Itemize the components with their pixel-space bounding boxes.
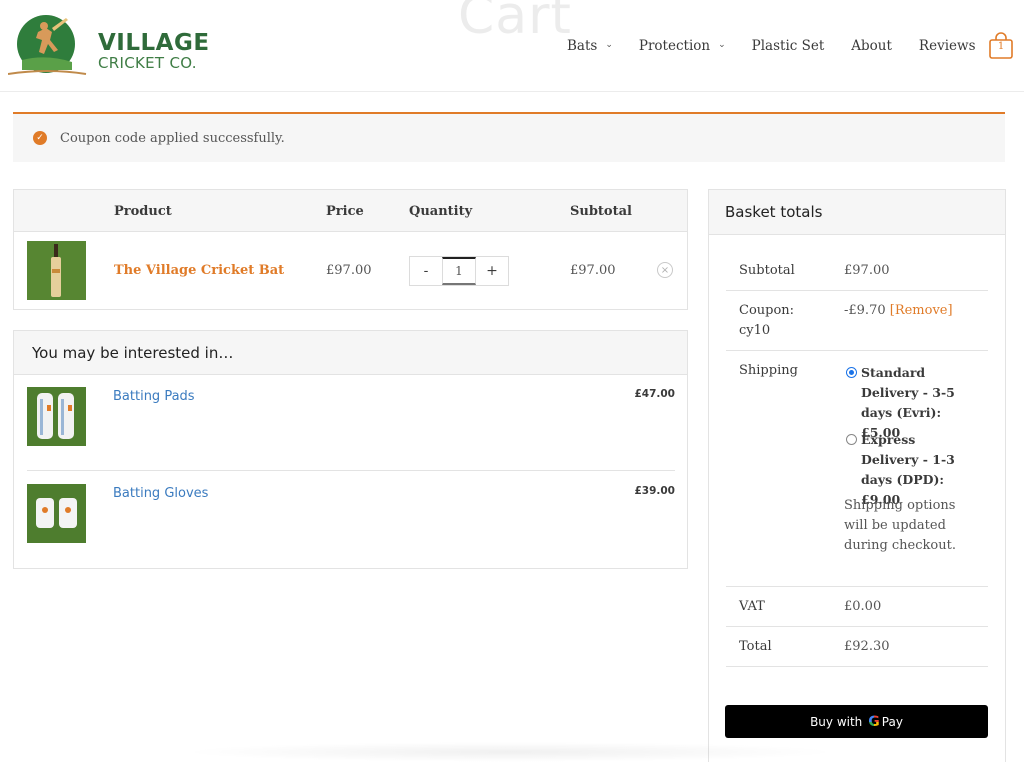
chevron-down-icon: ⌄ — [605, 40, 613, 50]
cart-item-name-link[interactable]: The Village Cricket Bat — [114, 263, 284, 278]
nav-item-bats[interactable]: Bats ⌄ — [567, 38, 613, 54]
quantity-increase-button[interactable]: + — [476, 257, 508, 285]
nav-item-about[interactable]: About — [851, 38, 892, 54]
bottom-shadow — [180, 742, 840, 762]
batting-pads-image — [27, 387, 86, 446]
chevron-down-icon: ⌄ — [718, 40, 726, 50]
notice-message: Coupon code applied successfully. — [60, 130, 285, 146]
totals-row-total: Total £92.30 — [726, 627, 988, 667]
basket-totals-header: Basket totals — [709, 190, 1005, 235]
column-header-subtotal: Subtotal — [570, 204, 632, 219]
subtotal-value: £97.00 — [844, 263, 890, 278]
cross-sell-item: Batting Gloves £39.00 — [27, 472, 675, 568]
subtotal-label: Subtotal — [739, 263, 795, 278]
totals-row-subtotal: Subtotal £97.00 — [726, 235, 988, 291]
column-header-product: Product — [114, 204, 172, 219]
shipping-radio-standard[interactable] — [846, 367, 857, 378]
gpay-prefix: Buy with — [810, 714, 863, 729]
nav-item-label: Plastic Set — [751, 38, 825, 54]
cart-table: Product Price Quantity Subtotal The Vill… — [13, 189, 688, 310]
logo-text-secondary: CRICKET CO. — [98, 54, 197, 72]
quantity-decrease-button[interactable]: - — [410, 257, 442, 285]
main-nav: Bats ⌄ Protection ⌄ Plastic Set About Re… — [567, 36, 976, 56]
gpay-suffix: Pay — [881, 714, 903, 729]
basket-totals-title: Basket totals — [725, 203, 823, 221]
cross-sells-title: You may be interested in… — [32, 344, 234, 362]
quantity-stepper: - + — [409, 256, 509, 286]
basket-totals-panel: Basket totals Subtotal £97.00 Coupon: cy… — [708, 189, 1006, 762]
cart-item-row: The Village Cricket Bat £97.00 - + £97.0… — [14, 232, 687, 310]
product-thumbnail-gloves[interactable] — [27, 484, 86, 543]
column-header-price: Price — [326, 204, 364, 219]
site-logo[interactable]: VILLAGE CRICKET CO. — [8, 10, 210, 82]
shipping-radio-express[interactable] — [846, 434, 857, 445]
checkmark-circle-icon: ✓ — [33, 131, 47, 145]
cross-sell-name-link[interactable]: Batting Pads — [113, 389, 195, 404]
google-g-icon: G — [868, 713, 880, 730]
cross-sell-name-link[interactable]: Batting Gloves — [113, 486, 208, 501]
product-thumbnail-bat[interactable] — [27, 241, 86, 300]
nav-item-reviews[interactable]: Reviews — [919, 38, 976, 54]
nav-item-protection[interactable]: Protection ⌄ — [639, 38, 726, 54]
shipping-label: Shipping — [739, 363, 798, 378]
shipping-note: Shipping options will be updated during … — [844, 498, 956, 553]
totals-row-vat: VAT £0.00 — [726, 587, 988, 627]
total-value: £92.30 — [844, 639, 890, 654]
quantity-input[interactable] — [442, 257, 476, 285]
cross-sells-panel: You may be interested in… Batting Pads £… — [13, 330, 688, 569]
site-header: Cart VILLAGE CRICKET CO. Bats ⌄ Protecti… — [0, 0, 1024, 92]
coupon-value: -£9.70 — [844, 303, 886, 318]
coupon-value-wrap: -£9.70 [Remove] — [844, 301, 953, 321]
nav-item-label: About — [851, 38, 892, 54]
product-thumbnail-pads[interactable] — [27, 387, 86, 446]
cross-sell-price: £39.00 — [634, 485, 675, 497]
cart-item-price: £97.00 — [326, 263, 372, 278]
coupon-label: Coupon: cy10 — [739, 303, 795, 338]
cart-button[interactable]: 1 — [987, 32, 1015, 60]
totals-row-coupon: Coupon: cy10 -£9.70 [Remove] — [726, 291, 988, 351]
nav-item-label: Bats — [567, 38, 598, 54]
nav-item-label: Protection — [638, 38, 711, 54]
page-title: Cart — [458, 0, 572, 46]
vat-value: £0.00 — [844, 599, 882, 614]
cart-count-badge: 1 — [997, 41, 1005, 52]
coupon-success-notice: ✓ Coupon code applied successfully. — [13, 112, 1005, 162]
remove-coupon-link[interactable]: [Remove] — [890, 303, 953, 318]
vat-label: VAT — [739, 599, 765, 614]
divider — [27, 470, 675, 471]
google-pay-button[interactable]: Buy with G Pay — [725, 705, 988, 738]
nav-item-label: Reviews — [918, 38, 976, 54]
cricketer-logo-icon — [8, 15, 87, 75]
cross-sells-header: You may be interested in… — [14, 331, 687, 375]
remove-item-button[interactable]: × — [657, 262, 673, 278]
batting-gloves-image — [27, 484, 86, 543]
cricket-bat-image — [27, 241, 86, 300]
nav-item-plastic-set[interactable]: Plastic Set — [752, 38, 825, 54]
cart-item-subtotal: £97.00 — [570, 263, 616, 278]
total-label: Total — [739, 639, 772, 654]
cart-table-header: Product Price Quantity Subtotal — [14, 190, 687, 232]
cross-sell-item: Batting Pads £47.00 — [27, 375, 675, 471]
column-header-quantity: Quantity — [409, 204, 473, 219]
logo-text-primary: VILLAGE — [98, 30, 210, 56]
totals-row-shipping: Shipping Standard Delivery - 3-5 days (E… — [726, 351, 988, 587]
cross-sell-price: £47.00 — [634, 388, 675, 400]
